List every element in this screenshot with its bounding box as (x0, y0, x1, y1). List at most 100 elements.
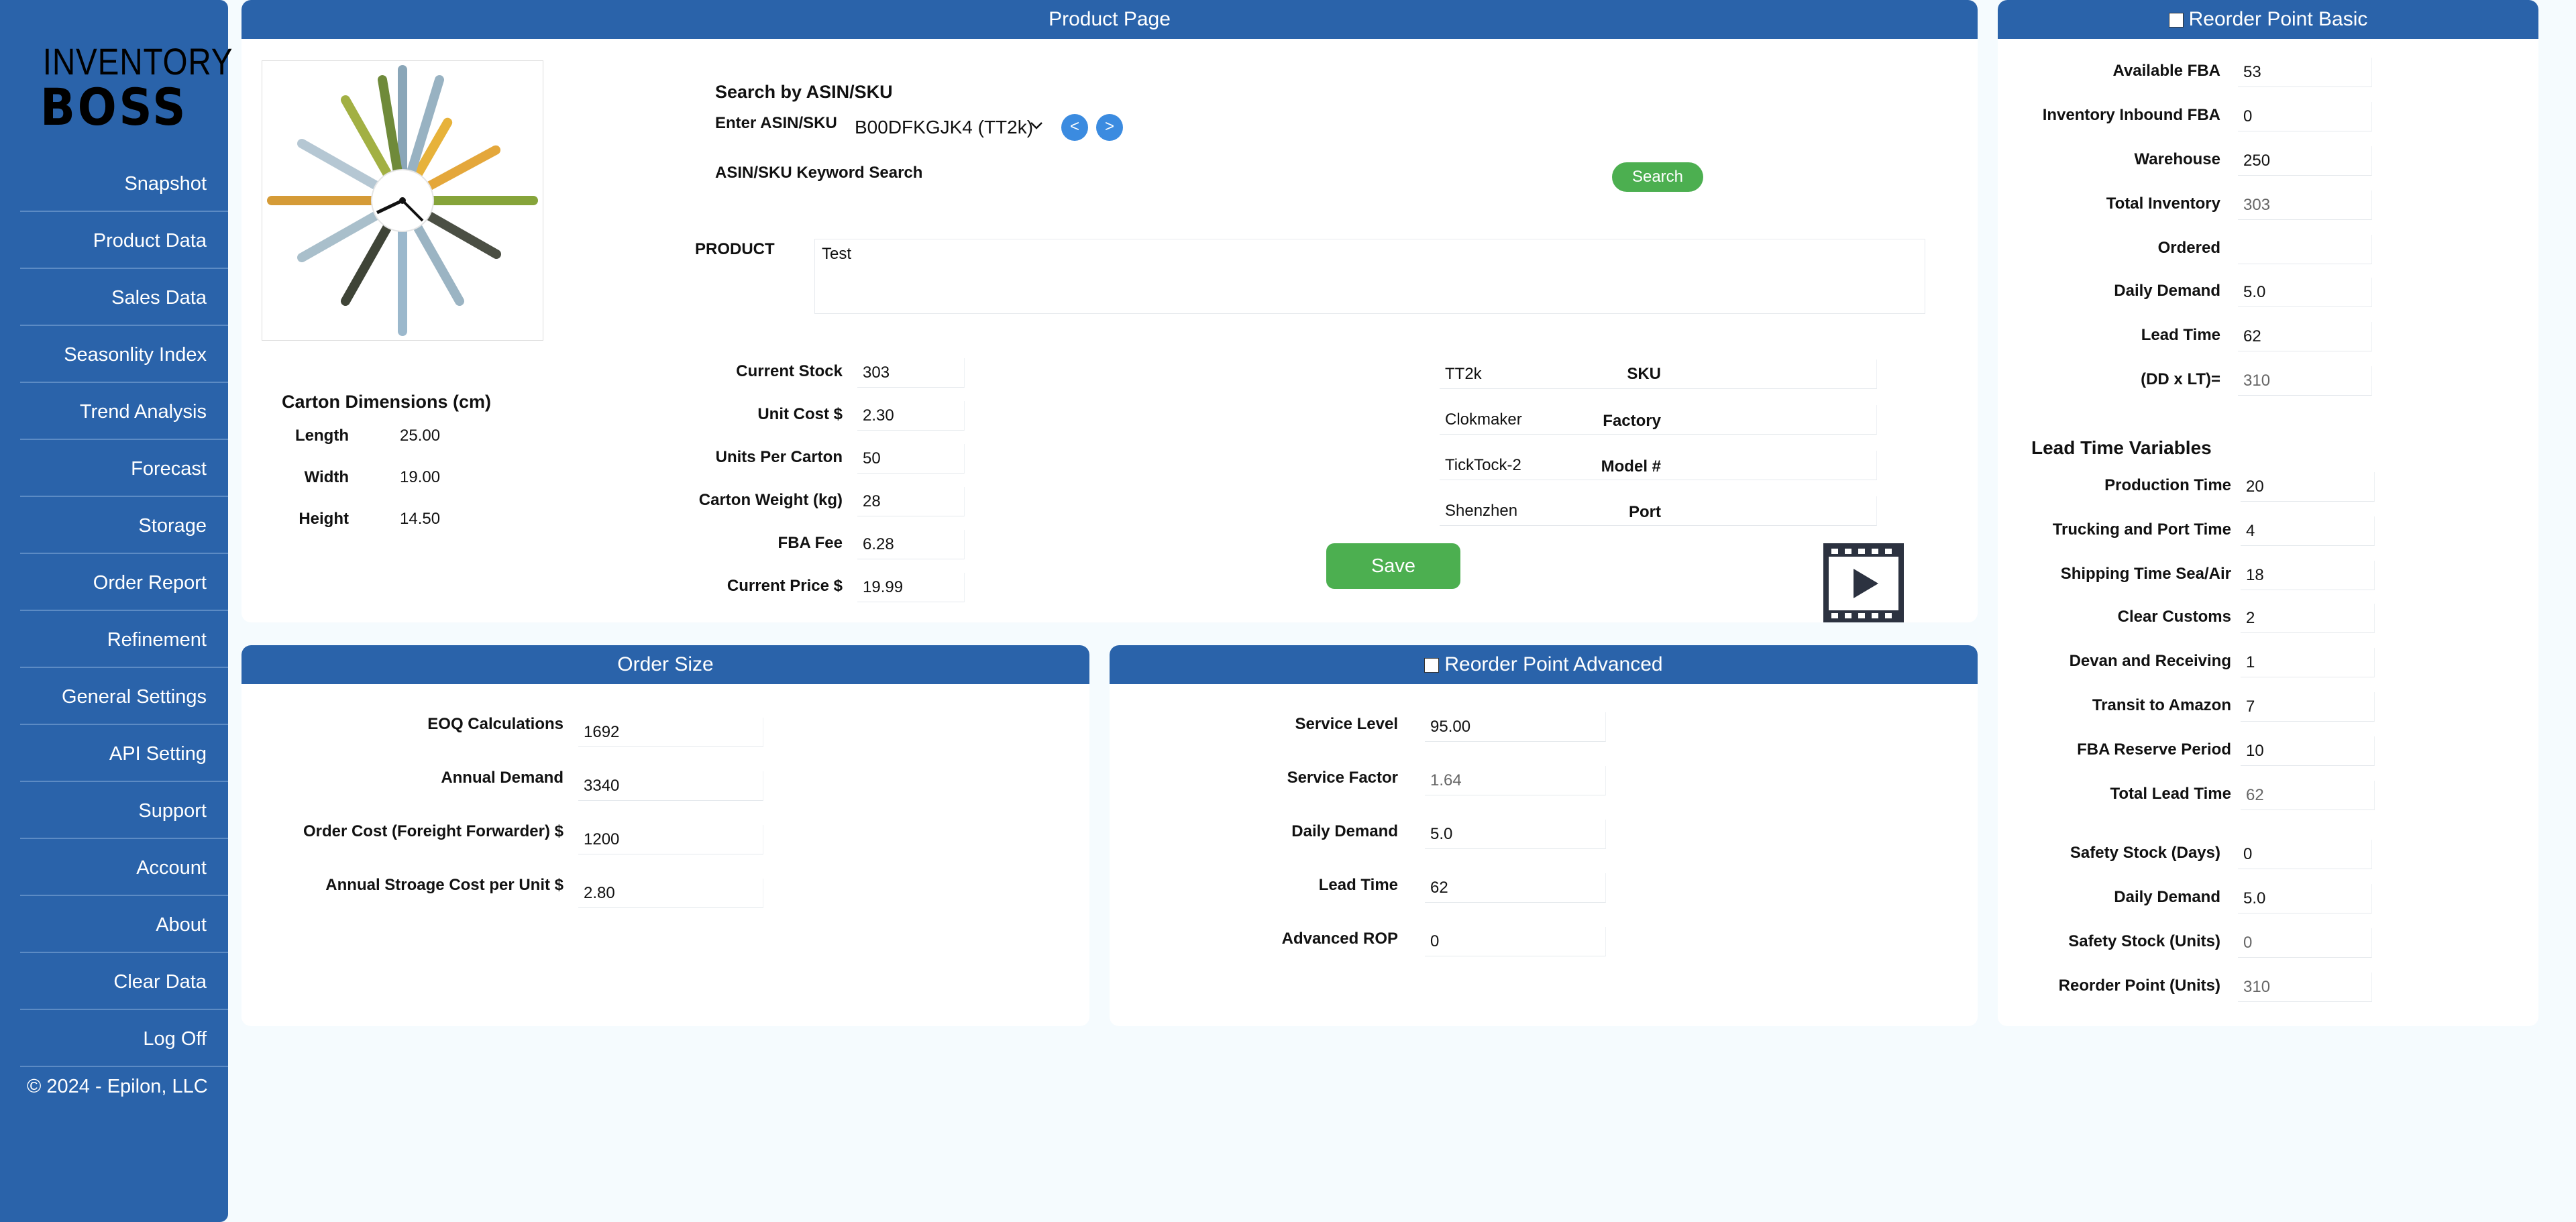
service-level-label: Service Level (1295, 715, 1398, 733)
current-stock-label: Current Stock (736, 362, 843, 380)
lead-time-label: Lead Time (1318, 876, 1398, 894)
nav-log-off[interactable]: Log Off (20, 1011, 228, 1067)
asin-label: Enter ASIN/SKU (715, 114, 837, 132)
logo-line2: BOSS (40, 77, 189, 137)
fba-fee-label: FBA Fee (777, 534, 843, 552)
rop-basic-header: Reorder Point Basic (1998, 0, 2538, 39)
nav-snapshot[interactable]: Snapshot (20, 156, 228, 212)
carton-weight-label: Carton Weight (kg) (698, 491, 843, 509)
asin-select[interactable]: B00DFKGJK4 (TT2k) (855, 113, 1966, 142)
port-input[interactable]: Shenzhen (1440, 496, 1877, 526)
safety-stock-days-input[interactable]: 0 (2238, 840, 2372, 869)
sku-input[interactable]: TT2k (1440, 359, 1877, 389)
rop-advanced-checkbox[interactable] (1424, 658, 1440, 673)
units-per-carton-input[interactable]: 50 (857, 444, 965, 474)
annual-demand-input[interactable]: 3340 (578, 771, 763, 801)
basic-daily-demand2-input[interactable]: 5.0 (2238, 884, 2372, 913)
width-label: Width (304, 468, 349, 486)
daily-demand-label: Daily Demand (1291, 822, 1398, 840)
model-input[interactable]: TickTock-2 (1440, 451, 1877, 480)
fba-reserve-label: FBA Reserve Period (2077, 740, 2231, 759)
rop-basic-checkbox[interactable] (2168, 13, 2184, 27)
eoq-label: EOQ Calculations (427, 715, 564, 733)
production-time-input[interactable]: 20 (2241, 472, 2375, 502)
basic-daily-demand2-label: Daily Demand (2114, 888, 2220, 906)
nav-clear-data[interactable]: Clear Data (20, 954, 228, 1010)
nav-forecast[interactable]: Forecast (20, 441, 228, 497)
rop-basic-title: Reorder Point Basic (2188, 8, 2368, 30)
nav-refinement[interactable]: Refinement (20, 612, 228, 668)
copyright: © 2024 - Epilon, LLC (27, 1076, 208, 1097)
nav-api-setting[interactable]: API Setting (20, 726, 228, 782)
service-level-input[interactable]: 95.00 (1425, 712, 1606, 742)
save-button[interactable]: Save (1326, 543, 1460, 589)
product-textarea-value: Test (822, 245, 852, 263)
length-value[interactable]: 25.00 (400, 427, 440, 445)
inventory-boss-logo[interactable]: INVENTORY BOSS (30, 40, 233, 137)
nav-product-data[interactable]: Product Data (20, 213, 228, 269)
search-button[interactable]: Search (1612, 162, 1703, 192)
order-cost-label: Order Cost (Foreight Forwarder) $ (303, 822, 564, 840)
devan-input[interactable]: 1 (2241, 648, 2375, 677)
lead-time-variables-heading: Lead Time Variables (2031, 437, 2212, 458)
prev-button[interactable]: < (1061, 114, 1088, 141)
carton-weight-input[interactable]: 28 (857, 487, 965, 516)
height-value[interactable]: 14.50 (400, 510, 440, 529)
unit-cost-input[interactable]: 2.30 (857, 401, 965, 431)
advanced-rop-input[interactable]: 0 (1425, 927, 1606, 956)
inbound-fba-input[interactable]: 0 (2238, 102, 2372, 131)
nav-general-settings[interactable]: General Settings (20, 669, 228, 725)
nav-seasonality-index[interactable]: Seasonlity Index (20, 327, 228, 383)
total-inventory-label: Total Inventory (2106, 195, 2220, 213)
basic-daily-demand-label: Daily Demand (2114, 282, 2220, 300)
inbound-fba-label: Inventory Inbound FBA (2042, 106, 2220, 124)
nav-about[interactable]: About (20, 897, 228, 953)
nav-account[interactable]: Account (20, 840, 228, 896)
shipping-input[interactable]: 18 (2241, 561, 2375, 590)
fba-reserve-input[interactable]: 10 (2241, 736, 2375, 766)
fba-fee-input[interactable]: 6.28 (857, 530, 965, 559)
chevron-down-icon[interactable] (1028, 117, 1045, 138)
storage-cost-input[interactable]: 2.80 (578, 879, 763, 908)
width-value[interactable]: 19.00 (400, 468, 440, 487)
lead-time-input[interactable]: 62 (1425, 873, 1606, 903)
trucking-input[interactable]: 4 (2241, 516, 2375, 546)
next-button[interactable]: > (1096, 114, 1123, 141)
rop-advanced-header: Reorder Point Advanced (1110, 645, 1978, 684)
ddlt-value: 310 (2238, 366, 2372, 396)
order-size-panel: Order Size EOQ Calculations 1692 Annual … (241, 645, 1089, 1026)
customs-input[interactable]: 2 (2241, 604, 2375, 633)
order-size-title: Order Size (241, 645, 1089, 684)
available-fba-input[interactable]: 53 (2238, 58, 2372, 87)
safety-stock-units-label: Safety Stock (Units) (2068, 932, 2220, 950)
current-stock-input[interactable]: 303 (857, 358, 965, 388)
warehouse-input[interactable]: 250 (2238, 146, 2372, 176)
annual-demand-label: Annual Demand (441, 769, 564, 787)
basic-lead-time-input[interactable]: 62 (2238, 322, 2372, 351)
order-cost-input[interactable]: 1200 (578, 825, 763, 854)
safety-stock-units-value: 0 (2238, 928, 2372, 958)
eoq-input[interactable]: 1692 (578, 718, 763, 747)
total-inventory-input: 303 (2238, 190, 2372, 220)
nav-trend-analysis[interactable]: Trend Analysis (20, 384, 228, 440)
nav-storage[interactable]: Storage (20, 498, 228, 554)
product-textarea[interactable]: Test (814, 239, 1925, 314)
devan-label: Devan and Receiving (2069, 652, 2231, 670)
basic-daily-demand-input[interactable]: 5.0 (2238, 278, 2372, 307)
reorder-point-units-label: Reorder Point (Units) (2058, 977, 2220, 995)
logo-line1: INVENTORY (42, 40, 233, 82)
rop-advanced-title: Reorder Point Advanced (1444, 653, 1663, 675)
product-image (262, 60, 543, 341)
factory-input[interactable]: Clokmaker (1440, 405, 1877, 435)
video-play-icon[interactable] (1823, 543, 1904, 622)
daily-demand-input[interactable]: 5.0 (1425, 820, 1606, 849)
asin-select-value: B00DFKGJK4 (TT2k) (855, 117, 1034, 137)
ordered-input[interactable] (2238, 235, 2372, 264)
nav-order-report[interactable]: Order Report (20, 555, 228, 611)
transit-input[interactable]: 7 (2241, 692, 2375, 722)
production-time-label: Production Time (2104, 476, 2231, 494)
warehouse-label: Warehouse (2134, 150, 2220, 168)
current-price-input[interactable]: 19.99 (857, 573, 965, 602)
nav-support[interactable]: Support (20, 783, 228, 839)
nav-sales-data[interactable]: Sales Data (20, 270, 228, 326)
